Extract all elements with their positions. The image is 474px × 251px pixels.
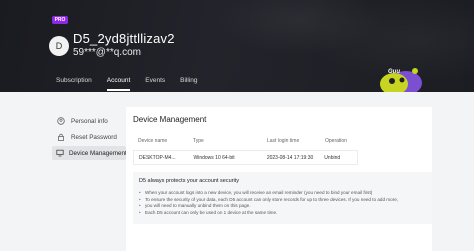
lock-icon: [56, 132, 66, 142]
list-item: Each D5 account can only be used on 1 de…: [139, 210, 426, 217]
account-tabs: Subscription Account Events Billing: [56, 76, 213, 92]
sidebar-item-device-management[interactable]: Device Management: [52, 146, 127, 160]
column-header-device-name: Device name: [138, 138, 168, 144]
notice-title: D5 always protects your account security: [139, 178, 239, 184]
sidebar-item-label: Personal info: [71, 117, 108, 125]
device-table-header: Device name Type Last login time Operati…: [133, 138, 358, 146]
account-sidebar: Personal info Reset Password Device Mana…: [52, 114, 127, 162]
security-notice: D5 always protects your account security…: [133, 172, 432, 224]
person-icon: [56, 116, 66, 126]
sidebar-item-label: Device Management: [69, 149, 127, 157]
mascot-text: Guu: [388, 69, 400, 75]
last-login-cell: 2023-08-14 17:19:30: [266, 154, 314, 161]
unbind-button[interactable]: Unbind: [324, 155, 357, 161]
device-name-cell: DESKTOP-M4...: [139, 154, 176, 161]
list-item: you will need to manually unbind them on…: [139, 203, 426, 210]
column-header-last-login: Last login time: [267, 138, 300, 144]
list-item: To ensure the security of your data, eac…: [139, 197, 426, 204]
column-header-operation: Operation: [325, 138, 347, 144]
list-item: When your account logs into a new device…: [139, 190, 426, 197]
pro-badge: PRO: [52, 16, 68, 24]
user-email: 59***@**q.com: [73, 47, 141, 58]
device-type-cell: Windows 10 64-bit: [193, 154, 235, 161]
monitor-icon: [56, 148, 64, 158]
sidebar-item-label: Reset Password: [71, 133, 117, 141]
sidebar-item-reset-password[interactable]: Reset Password: [52, 130, 126, 144]
table-row: DESKTOP-M4... Windows 10 64-bit 2023-08-…: [133, 150, 358, 165]
profile-header: PRO D D5_2yd8jttllizav2 59***@**q.com Su…: [0, 0, 474, 92]
panel-title: Device Management: [133, 115, 207, 124]
tab-account[interactable]: Account: [106, 76, 130, 92]
sidebar-item-personal-info[interactable]: Personal info: [52, 114, 126, 128]
notice-list: When your account logs into a new device…: [139, 190, 426, 216]
tab-events[interactable]: Events: [145, 76, 165, 92]
column-header-type: Type: [193, 138, 204, 144]
username: D5_2yd8jttllizav2: [73, 31, 175, 46]
tab-subscription[interactable]: Subscription: [56, 76, 92, 92]
avatar[interactable]: D: [49, 36, 69, 56]
tab-billing[interactable]: Billing: [180, 76, 197, 92]
